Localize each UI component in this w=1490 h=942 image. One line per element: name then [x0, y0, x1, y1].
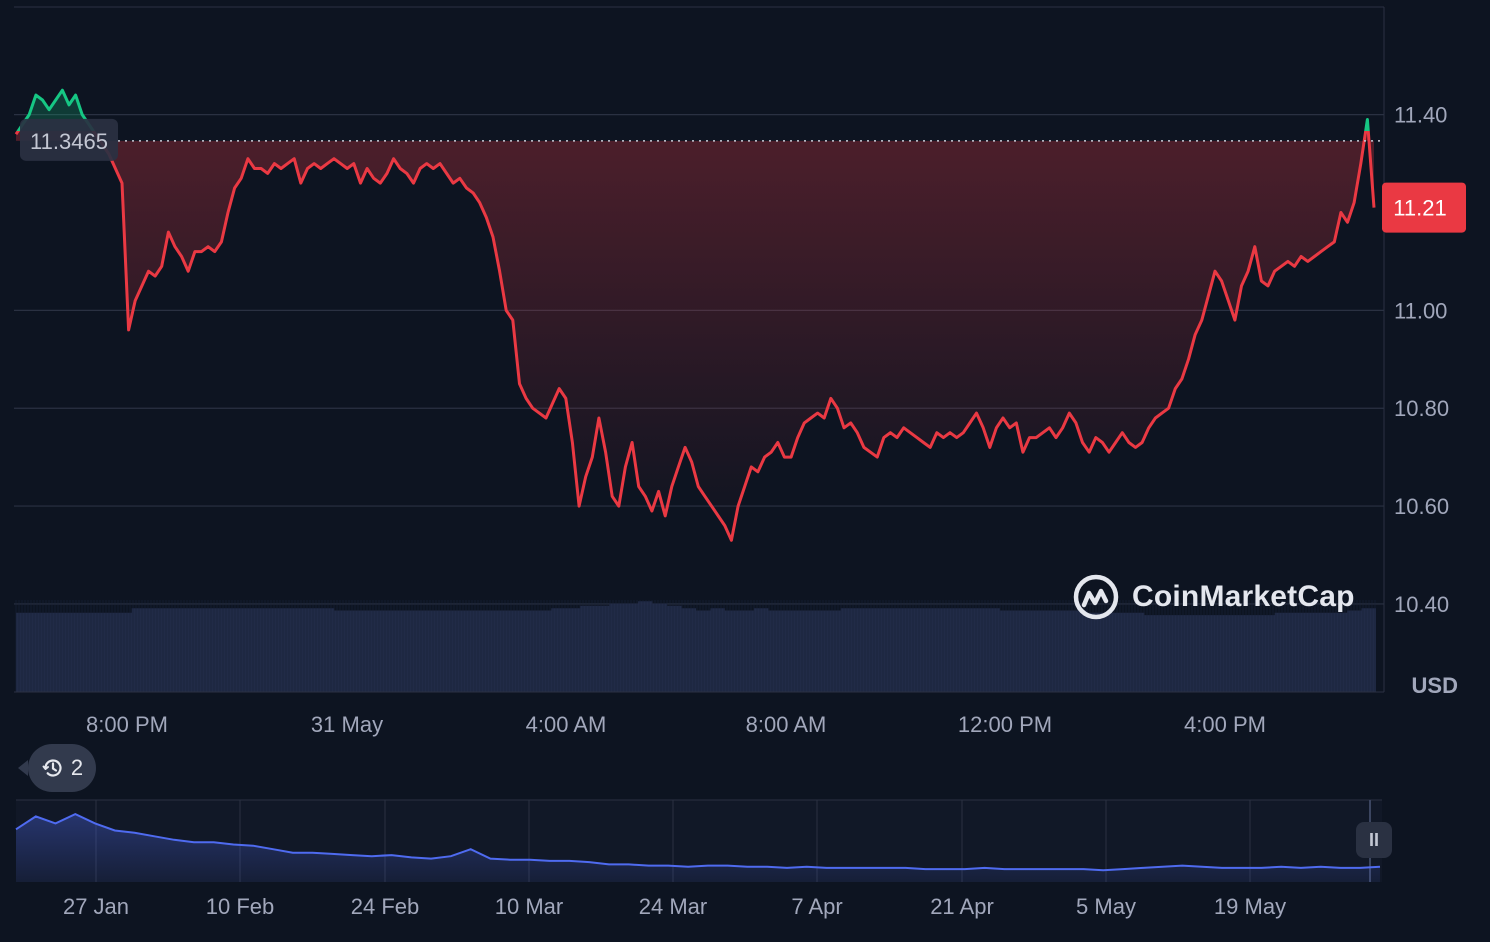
y-tick-label: 10.80	[1394, 396, 1449, 421]
brand-watermark: CoinMarketCap	[1072, 572, 1355, 622]
x-tick-label: 8:00 AM	[746, 712, 827, 737]
navigator[interactable]: 27 Jan 10 Feb 24 Feb 10 Mar 24 Mar 7 Apr 21 Ap…	[15, 799, 1382, 919]
navigator-tick-label: 10 Feb	[206, 894, 275, 919]
navigator-tick-label: 10 Mar	[495, 894, 563, 919]
price-chart[interactable]: 11.3465 11.40 11.00 10.80 10.60 10.40 11.21 …	[0, 0, 1490, 942]
chart-canvas[interactable]: 11.3465 11.4011.0010.8010.6010.40 11.21 …	[0, 0, 1490, 942]
current-price-badge: 11.21	[1382, 182, 1466, 233]
y-tick-label: 11.00	[1394, 298, 1447, 323]
reference-price-pill: 11.3465	[20, 118, 118, 161]
currency-label: USD	[1412, 673, 1458, 698]
x-axis: 8:00 PM 31 May 4:00 AM 8:00 AM 12:00 PM 4:00 …	[86, 712, 1266, 737]
history-button[interactable]: 2	[18, 744, 96, 792]
y-tick-label: 10.60	[1394, 494, 1449, 519]
y-axis: 11.40 11.00 10.80 10.60 10.40	[1394, 103, 1449, 617]
x-tick-label: 8:00 PM	[86, 712, 168, 737]
navigator-x-axis: 27 Jan 10 Feb 24 Feb 10 Mar 24 Mar 7 Apr 21 Ap…	[63, 894, 1286, 919]
pause-button[interactable]: II	[1356, 822, 1392, 858]
x-tick-label: 4:00 AM	[526, 712, 607, 737]
y-tick-label: 11.40	[1394, 103, 1447, 128]
navigator-tick-label: 7 Apr	[791, 894, 842, 919]
reference-price-text: 11.3465	[30, 129, 108, 154]
history-icon	[42, 759, 62, 777]
navigator-tick-label: 19 May	[1214, 894, 1286, 919]
current-price-text: 11.21	[1393, 196, 1446, 221]
navigator-tick-label: 5 May	[1076, 894, 1136, 919]
navigator-tick-label: 21 Apr	[930, 894, 994, 919]
y-tick-label: 10.40	[1394, 592, 1449, 617]
brand-name: CoinMarketCap	[1132, 580, 1355, 613]
navigator-tick-label: 27 Jan	[63, 894, 129, 919]
x-tick-label: 31 May	[311, 712, 383, 737]
history-count: 2	[70, 755, 84, 780]
coinmarketcap-logo-icon	[1073, 574, 1119, 620]
navigator-tick-label: 24 Mar	[639, 894, 707, 919]
navigator-tick-label: 24 Feb	[351, 894, 420, 919]
x-tick-label: 12:00 PM	[958, 712, 1052, 737]
x-tick-label: 4:00 PM	[1184, 712, 1266, 737]
